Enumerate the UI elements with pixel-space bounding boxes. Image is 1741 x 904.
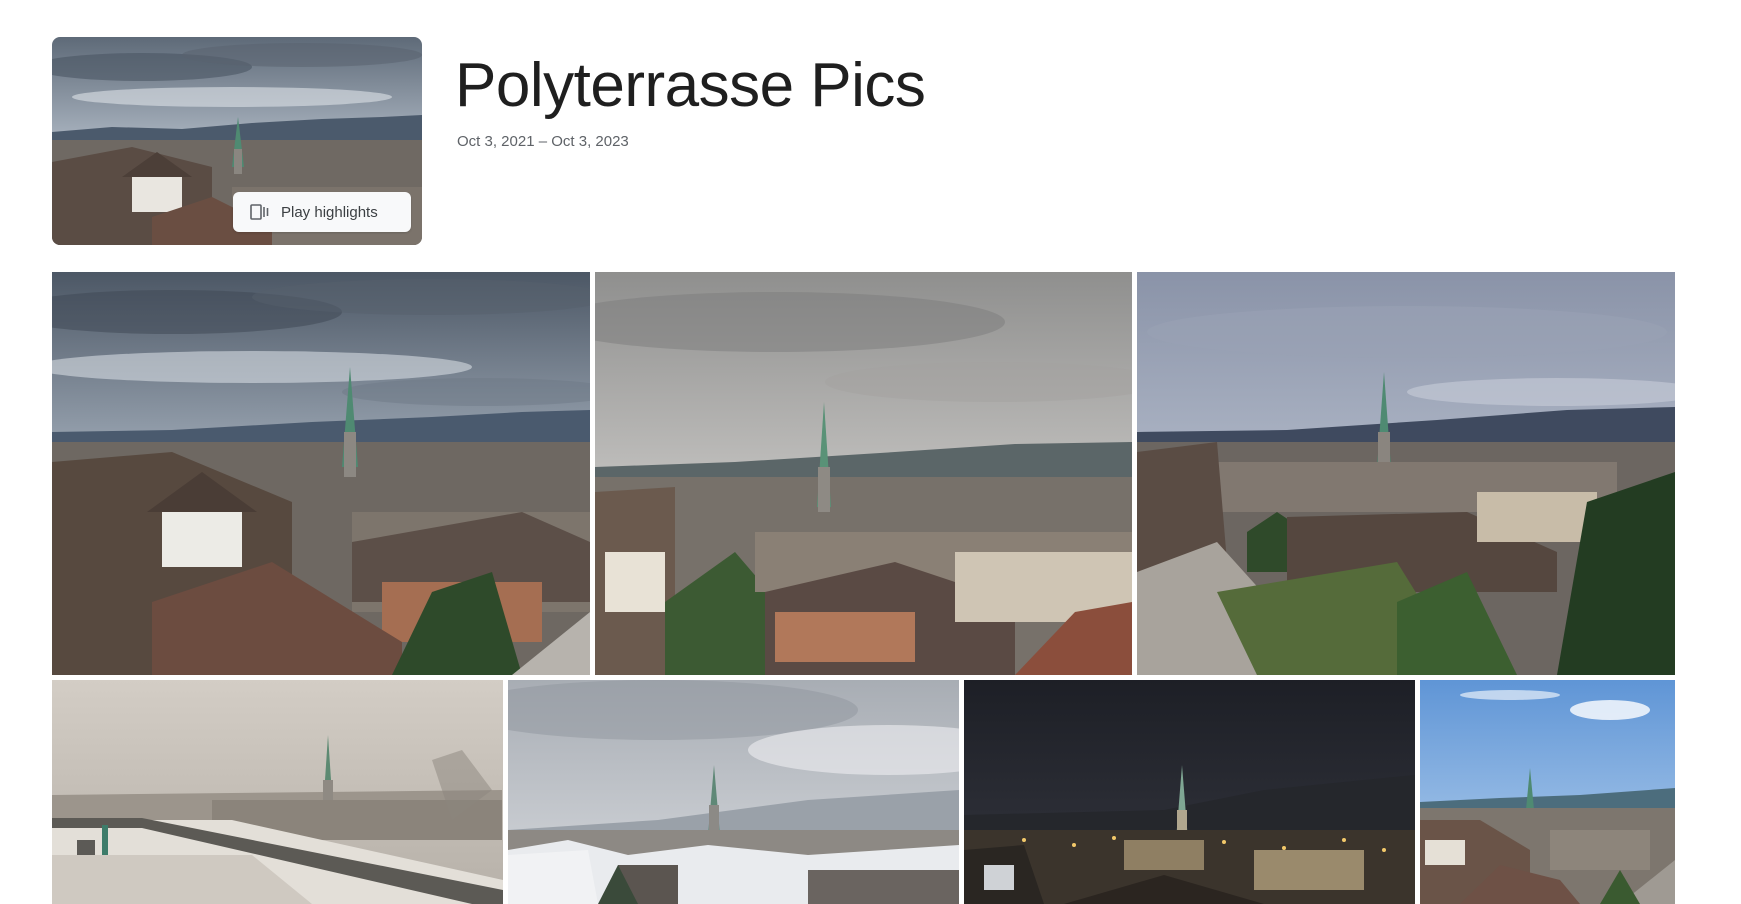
- photo-image: [508, 680, 959, 904]
- album-cover[interactable]: Play highlights: [52, 37, 422, 245]
- photo-item[interactable]: [964, 680, 1415, 904]
- slideshow-icon: [250, 203, 270, 221]
- album-date-range: Oct 3, 2021 – Oct 3, 2023: [457, 133, 629, 150]
- album-title[interactable]: Polyterrasse Pics: [455, 50, 926, 122]
- photo-item[interactable]: [1137, 272, 1675, 675]
- photo-image: [964, 680, 1415, 904]
- play-highlights-label: Play highlights: [281, 203, 378, 221]
- photo-item[interactable]: [52, 272, 590, 675]
- photo-item[interactable]: [508, 680, 959, 904]
- photo-image: [52, 680, 503, 904]
- photo-image: [1420, 680, 1675, 904]
- photo-item[interactable]: [595, 272, 1132, 675]
- album-page: Play highlights Polyterrasse Pics Oct 3,…: [0, 0, 1741, 904]
- photo-image: [595, 272, 1132, 675]
- photo-item[interactable]: [52, 680, 503, 904]
- photo-item[interactable]: [1420, 680, 1675, 904]
- play-highlights-button[interactable]: Play highlights: [233, 192, 411, 232]
- photo-image: [1137, 272, 1675, 675]
- photo-image: [52, 272, 590, 675]
